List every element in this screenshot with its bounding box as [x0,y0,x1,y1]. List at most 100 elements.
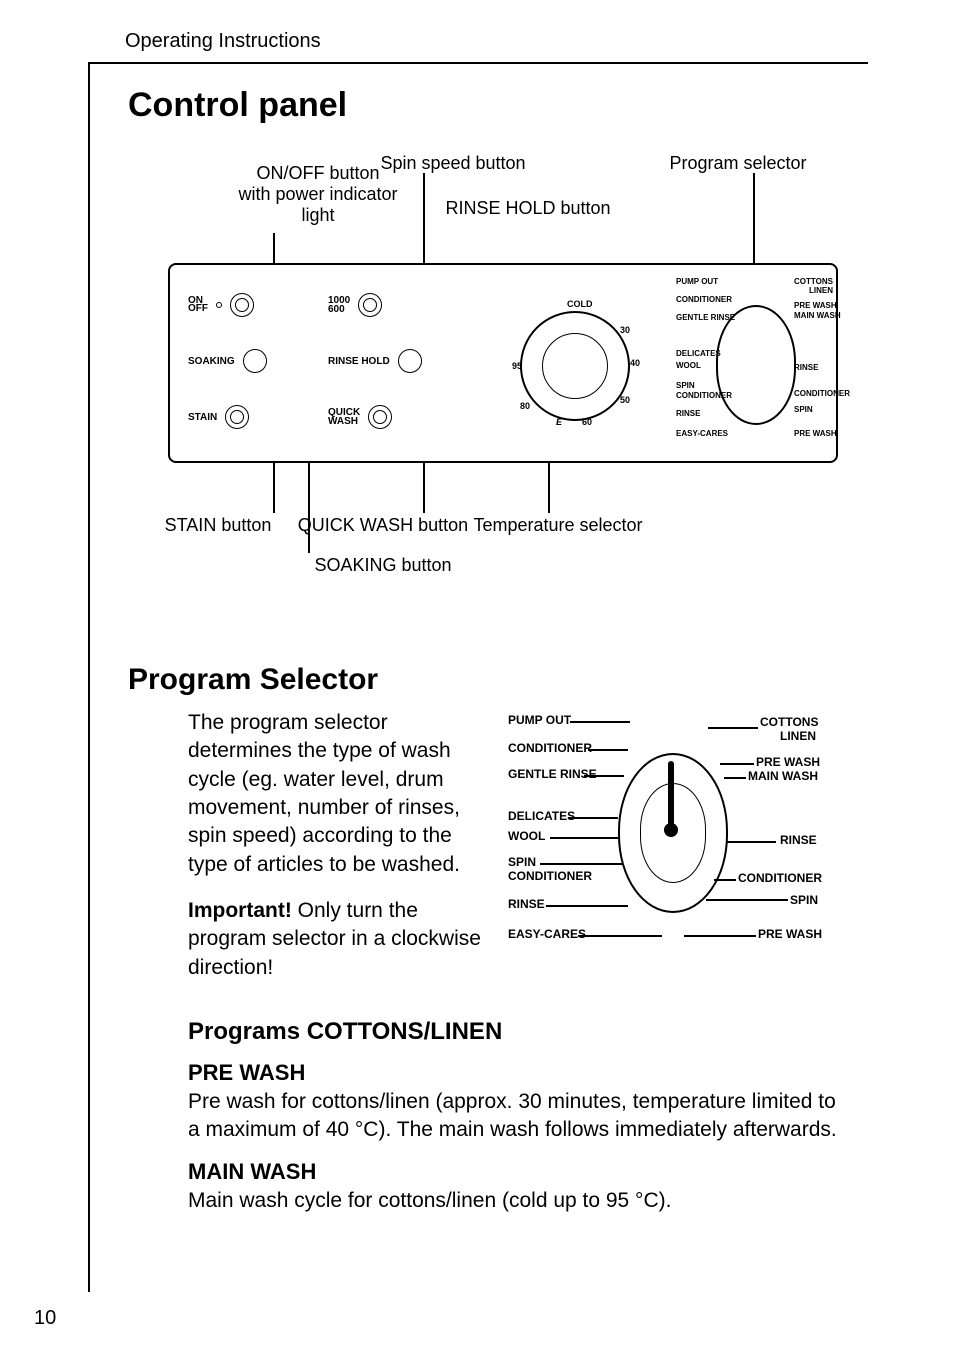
panel-btn-spin-labels: 1000 600 [328,296,350,314]
label-quick-wash: QUICK WASH button [293,515,473,536]
cottons: COTTONS [794,277,833,286]
leader [540,863,622,865]
panel-btn-spin-speed: 1000 600 [328,293,382,317]
manual-page: Operating Instructions Control panel Spi… [0,0,954,1352]
prog-gentle-rinse: GENTLE RINSE [676,313,735,322]
knob-icon [230,293,254,317]
heading-cottons-linen: Programs COTTONS/LINEN [188,1018,838,1046]
important-label: Important! [188,899,292,922]
leader [588,749,628,751]
leader [708,727,758,729]
leader [548,463,550,513]
label-stain: STAIN button [148,515,288,536]
programs-section: Programs COTTONS/LINEN PRE WASH Pre wash… [188,1018,838,1215]
label-onoff-line2: with power indicator [238,184,397,204]
control-panel-diagram: Spin speed button Program selector ON/OF… [128,153,838,623]
prog-conditioner2: CONDITIONER [676,391,732,400]
leader [726,841,776,843]
selector-row: The program selector determines the type… [188,709,838,990]
temp-50: 50 [620,395,630,405]
panel-outline: ON OFF 1000 600 SOAKING [168,263,838,463]
prog-delicates: DELICATES [508,809,575,823]
prog-delicates: DELICATES [676,349,721,358]
program-dial-large: PUMP OUT CONDITIONER GENTLE RINSE DELICA… [508,713,838,951]
leader [568,817,618,819]
leader [578,935,662,937]
knob-icon [225,405,249,429]
label-onoff-line1: ON/OFF button [256,163,379,183]
heading-pre-wash: PRE WASH [188,1060,838,1086]
panel-btn-rinse-hold-label: RINSE HOLD [328,356,390,367]
temp-60: 60 [582,417,592,427]
label-temperature-selector: Temperature selector [458,515,658,536]
prog-wool: WOOL [676,361,701,370]
label-program-selector: Program selector [638,153,838,174]
leader [423,173,425,263]
prog-pump-out: PUMP OUT [676,277,718,286]
prog-gentle-rinse: GENTLE RINSE [508,767,597,781]
selector-figure: PUMP OUT CONDITIONER GENTLE RINSE DELICA… [508,709,838,951]
prog-rinse: RINSE [508,897,545,911]
panel-btn-rinse-hold: RINSE HOLD [328,349,422,373]
leader [273,463,275,513]
prog-spin: SPIN [676,381,695,390]
prog-main-wash: MAIN WASH [794,311,841,320]
prog-spin: SPIN [508,855,536,869]
prog-cottons: COTTONS LINEN [794,277,833,295]
leader [584,775,624,777]
panel-btn-soaking-label: SOAKING [188,356,235,367]
leader [720,763,754,765]
label-onoff: ON/OFF button with power indicator light [218,163,418,226]
selector-description: The program selector determines the type… [188,709,488,879]
prog-easy-cares: EASY-CARES [676,429,728,438]
prog-pre-wash-r: PRE WASH [758,927,822,941]
leader [684,935,756,937]
leader [570,721,630,723]
dial-pointer-icon [668,761,674,833]
temp-95: 95 [512,361,522,371]
knob-icon [398,349,422,373]
prog-rinse-r: RINSE [780,833,817,847]
prog-spin-r: SPIN [790,893,818,907]
knob-icon [368,405,392,429]
knob-icon [358,293,382,317]
prog-pump-out: PUMP OUT [508,713,571,727]
prog-pre-wash: PRE WASH [756,755,820,769]
temp-40: 40 [630,358,640,368]
leader [724,777,746,779]
leader [714,879,736,881]
prog-main-wash: MAIN WASH [748,769,818,783]
panel-btn-stain: STAIN [188,405,249,429]
prog-linen: LINEN [780,729,816,743]
label-onoff-line3: light [301,205,334,225]
prog-conditioner: CONDITIONER [508,741,592,755]
prog-wool: WOOL [508,829,545,843]
panel-btn-soaking: SOAKING [188,349,267,373]
leader [546,905,628,907]
heading-control-panel: Control panel [128,86,838,125]
panel-btn-stain-label: STAIN [188,412,217,423]
speed-600: 600 [328,304,345,315]
temperature-dial: COLD 30 40 50 60 E 80 95 [520,311,630,421]
temp-cold: COLD [567,299,593,309]
linen: LINEN [809,286,833,295]
leader [308,463,310,553]
mainwash-description: Main wash cycle for cottons/linen (cold … [188,1187,838,1215]
temp-e: E [556,417,562,427]
program-dial-small: PUMP OUT CONDITIONER GENTLE RINSE DELICA… [676,277,836,453]
prog-conditioner-r: CONDITIONER [738,871,822,885]
leader [706,899,788,901]
prog-rinse: RINSE [676,409,700,418]
prog-conditioner: CONDITIONER [676,295,732,304]
selector-important: Important! Only turn the program selecto… [188,897,488,982]
prog-pre-wash: PRE WASH [794,301,837,310]
page-number: 10 [34,1307,56,1330]
dial-outline [716,305,796,425]
prog-cottons: COTTONS [760,715,818,729]
panel-btn-quick-wash: QUICK WASH [328,405,392,429]
selector-text-column: The program selector determines the type… [188,709,488,990]
leader [273,233,275,263]
running-head: Operating Instructions [125,30,954,53]
leader [753,173,755,263]
leader [423,463,425,513]
